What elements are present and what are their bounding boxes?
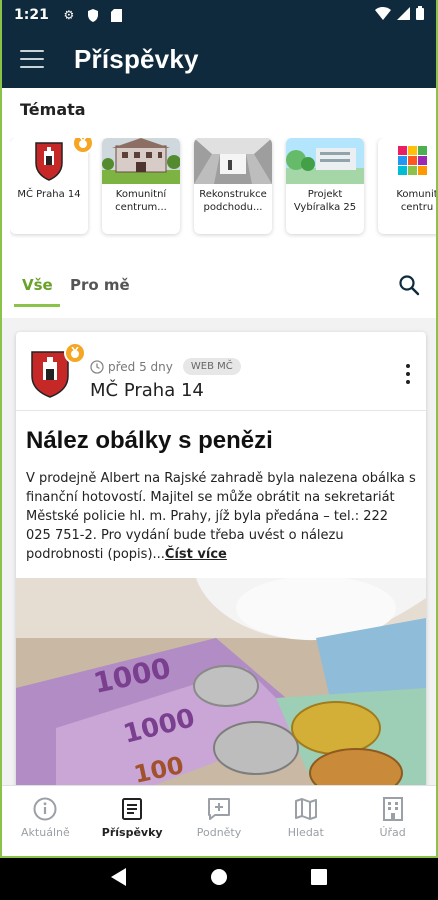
post-time: před 5 dny [108, 359, 173, 374]
back-icon[interactable] [111, 868, 127, 890]
topic-card-rekonstrukce[interactable]: Rekonstrukce podchodu... [194, 138, 272, 234]
project-photo [286, 138, 364, 184]
building-photo [102, 138, 180, 184]
topic-card-komunitni-centrum[interactable]: Komunitní centrum... [102, 138, 180, 234]
topic-label: Komunit centru [396, 189, 438, 213]
status-bar: 1:21 ⚙ [2, 0, 436, 30]
colorful-logo [378, 138, 436, 184]
read-more-link[interactable]: Číst více [165, 547, 227, 562]
sd-card-icon [109, 8, 125, 22]
bottom-navigation: Aktuálně Příspěvky Podněty Hledat Úřad [2, 785, 436, 848]
nav-hledat[interactable]: Hledat [262, 786, 349, 848]
signal-icon [397, 6, 410, 24]
shield-icon [85, 8, 101, 22]
active-tab-indicator [14, 304, 60, 307]
nav-label: Úřad [379, 826, 406, 839]
topic-label: MČ Praha 14 [17, 189, 81, 200]
battery-icon [416, 6, 424, 24]
topic-label: Komunitní centrum... [115, 189, 167, 213]
nav-label: Hledat [287, 826, 324, 839]
nav-label: Podněty [196, 826, 242, 839]
nav-prispevky[interactable]: Příspěvky [89, 786, 176, 848]
underpass-photo [194, 138, 272, 184]
map-icon [294, 798, 317, 820]
nav-urad[interactable]: Úřad [349, 786, 436, 848]
status-time: 1:21 [14, 7, 49, 23]
clock-icon [90, 359, 104, 374]
topics-heading: Témata [20, 100, 86, 119]
topics-carousel[interactable]: MČ Praha 14 Komunitní centrum... Rekonst… [10, 138, 438, 238]
more-options-icon[interactable] [404, 364, 412, 384]
topic-card-vybiralka[interactable]: Projekt Vybíralka 25 [286, 138, 364, 234]
tab-all[interactable]: Vše [22, 276, 53, 294]
tab-for-me[interactable]: Pro mě [70, 276, 130, 294]
filter-tabs: Vše Pro mě [2, 262, 436, 312]
info-icon [33, 797, 57, 821]
topic-label: Projekt Vybíralka 25 [293, 189, 357, 213]
home-icon[interactable] [210, 868, 228, 890]
post-image[interactable]: 1000 1000 100 [16, 578, 426, 792]
wifi-icon [375, 6, 391, 24]
nav-label: Aktuálně [21, 826, 70, 839]
page-title: Příspěvky [74, 43, 199, 74]
topic-card-komunitni-centrum-2[interactable]: Komunit centru [378, 138, 438, 234]
post-card[interactable]: před 5 dny WEB MČ MČ Praha 14 Nález obál… [16, 332, 426, 792]
nav-aktualne[interactable]: Aktuálně [2, 786, 89, 848]
add-comment-icon [207, 798, 230, 820]
medal-badge-icon [64, 342, 86, 364]
topic-label: Rekonstrukce podchodu... [199, 189, 267, 213]
topic-card-praha14[interactable]: MČ Praha 14 [10, 138, 94, 234]
app-frame: 1:21 ⚙ Příspěvky Témata MČ Praha 14 Komu… [0, 0, 438, 858]
post-header: před 5 dny WEB MČ MČ Praha 14 [16, 332, 426, 410]
medal-badge-icon [72, 138, 94, 154]
posts-icon [122, 798, 143, 820]
app-bar: Příspěvky [2, 30, 436, 88]
nav-podnety[interactable]: Podněty [176, 786, 263, 848]
post-author[interactable]: MČ Praha 14 [90, 380, 204, 401]
post-meta: před 5 dny WEB MČ [90, 358, 241, 375]
search-icon[interactable] [398, 274, 420, 296]
office-icon [382, 797, 403, 821]
settings-icon: ⚙ [63, 8, 75, 22]
post-title: Nález obálky s penězi [26, 427, 273, 454]
recents-icon[interactable] [310, 869, 327, 889]
post-body: V prodejně Albert na Rajské zahradě byla… [16, 455, 426, 564]
menu-icon[interactable] [20, 50, 44, 68]
system-navigation-bar [0, 858, 438, 900]
nav-label: Příspěvky [101, 826, 163, 839]
source-chip: WEB MČ [182, 358, 241, 375]
